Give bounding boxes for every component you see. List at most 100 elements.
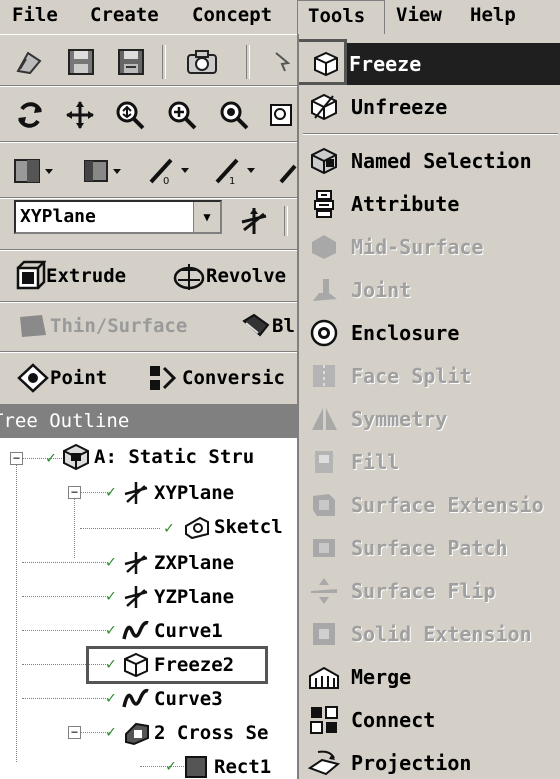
pan-icon[interactable] [62,97,98,133]
menu-item-fill[interactable]: Fill [299,441,560,483]
attribute-icon [307,187,341,221]
check-icon: ✓ [106,552,116,571]
tree-node-yzplane[interactable]: YZPlane [122,582,234,612]
point-button[interactable]: Point [16,358,107,398]
body-select-dropdown[interactable] [278,155,298,187]
check-icon: ✓ [164,518,174,537]
surface-flip-icon [307,574,341,608]
highlight-box [86,646,268,684]
tree-node-xyplane[interactable]: XYPlane [122,478,234,508]
point-select-dropdown[interactable]: 0 [146,155,198,187]
tree-node-zxplane[interactable]: ZXPlane [122,548,234,578]
menu-item-joint[interactable]: Joint [299,269,560,311]
menu-create[interactable]: Create [80,0,169,34]
zoom-box-icon[interactable] [266,97,296,133]
projection-icon [307,746,341,779]
rect-icon [182,753,210,779]
menu-item-surface-flip[interactable]: Surface Flip [299,570,560,612]
menu-item-label: Unfreeze [351,95,448,119]
menu-item-symmetry[interactable]: Symmetry [299,398,560,440]
toolbar-separator [162,45,166,79]
unfreeze-icon [307,90,341,124]
menu-item-label: Enclosure [351,321,460,345]
menu-separator [303,133,558,135]
save-as-icon[interactable] [114,45,148,79]
menu-item-mid-surface[interactable]: Mid-Surface [299,226,560,268]
new-icon[interactable] [12,45,46,79]
menu-item-projection[interactable]: Projection [299,742,560,779]
tree-node-curve1[interactable]: Curve1 [122,616,223,646]
surface-patch-icon [307,531,341,565]
menu-item-label: Connect [351,708,436,732]
conversion-button[interactable]: Conversic [148,358,285,398]
menu-help[interactable]: Help [460,0,526,34]
menu-item-surface-extension[interactable]: Surface Extensio [299,484,560,526]
revolve-icon [173,264,205,290]
check-icon: ✓ [46,448,56,467]
tree-node-label: ZXPlane [154,552,235,574]
tree-node-curve3[interactable]: Curve3 [122,684,223,714]
camera-icon[interactable] [182,45,222,79]
menu-item-solid-extension[interactable]: Solid Extension [299,613,560,655]
menu-item-label: Surface Flip [351,579,496,603]
menu-concept[interactable]: Concept [182,0,282,34]
menu-item-named-selection[interactable]: Named Selection [299,140,560,182]
curve-icon [122,617,150,645]
menu-tools[interactable]: Tools [297,0,385,34]
edge-select-dropdown[interactable]: 1 [212,155,264,187]
menu-view[interactable]: View [386,0,452,34]
tree-node-rect1[interactable]: Rect1 [182,752,271,779]
view-toolbar [0,86,298,142]
check-icon: ✓ [106,586,116,605]
menu-item-unfreeze[interactable]: Unfreeze [299,86,560,128]
collapse-icon[interactable]: − [10,452,23,465]
menu-item-merge[interactable]: Merge [299,656,560,698]
revolve-button[interactable]: Revolve [172,256,286,296]
selection-toolbar: 0 1 [0,142,298,198]
thin-surface-button[interactable]: Thin/Surface [16,306,187,346]
menu-item-enclosure[interactable]: Enclosure [299,312,560,354]
toolbar-separator [246,45,250,79]
chevron-down-icon[interactable]: ▼ [193,202,220,232]
menu-item-label: Fill [351,450,400,474]
zoom-icon[interactable] [112,97,148,133]
menu-item-label: Solid Extension [351,622,532,646]
menu-item-face-split[interactable]: Face Split [299,355,560,397]
tree-node-sketch[interactable]: Sketcl [182,512,283,542]
extrude-label: Extrude [46,265,127,287]
rotate-icon[interactable] [12,97,48,133]
surface-extension-icon [307,488,341,522]
point-icon [17,363,49,393]
zoom-in-icon[interactable] [164,97,200,133]
menu-item-surface-patch[interactable]: Surface Patch [299,527,560,569]
zoom-fit-icon[interactable] [216,97,252,133]
select-icon[interactable] [268,47,296,77]
menu-file[interactable]: File [2,0,68,34]
plane-axes-icon[interactable] [236,204,272,238]
blend-icon [242,313,270,337]
highlight-box [299,39,347,85]
menu-item-attribute[interactable]: Attribute [299,183,560,225]
check-icon: ✓ [106,722,116,741]
save-icon[interactable] [64,45,98,79]
plane-select[interactable]: XYPlane ▼ [14,200,222,234]
menu-item-freeze[interactable]: Freeze [345,43,560,85]
merge-icon [307,660,341,694]
tree-node-label: 2 Cross Se [154,722,269,744]
menu-item-label: Named Selection [351,149,532,173]
menu-item-connect[interactable]: Connect [299,699,560,741]
tree-node-label: YZPlane [154,586,235,608]
select-mode-dropdown[interactable] [12,155,62,187]
menu-item-label: Freeze [349,52,422,76]
collapse-icon[interactable]: − [68,486,81,499]
check-icon: ✓ [106,620,116,639]
extrude-button[interactable]: Extrude [14,256,126,296]
tree-node-model[interactable]: A: Static Stru [62,442,254,472]
face-select-dropdown[interactable] [80,155,130,187]
tree-node-cross-section[interactable]: 2 Cross Se [122,718,268,748]
tree-node-label: Curve1 [154,620,223,642]
solid-extension-icon [307,617,341,651]
collapse-icon[interactable]: − [68,726,81,739]
conversion-icon [150,366,177,390]
blend-button[interactable]: Bl [240,306,295,346]
